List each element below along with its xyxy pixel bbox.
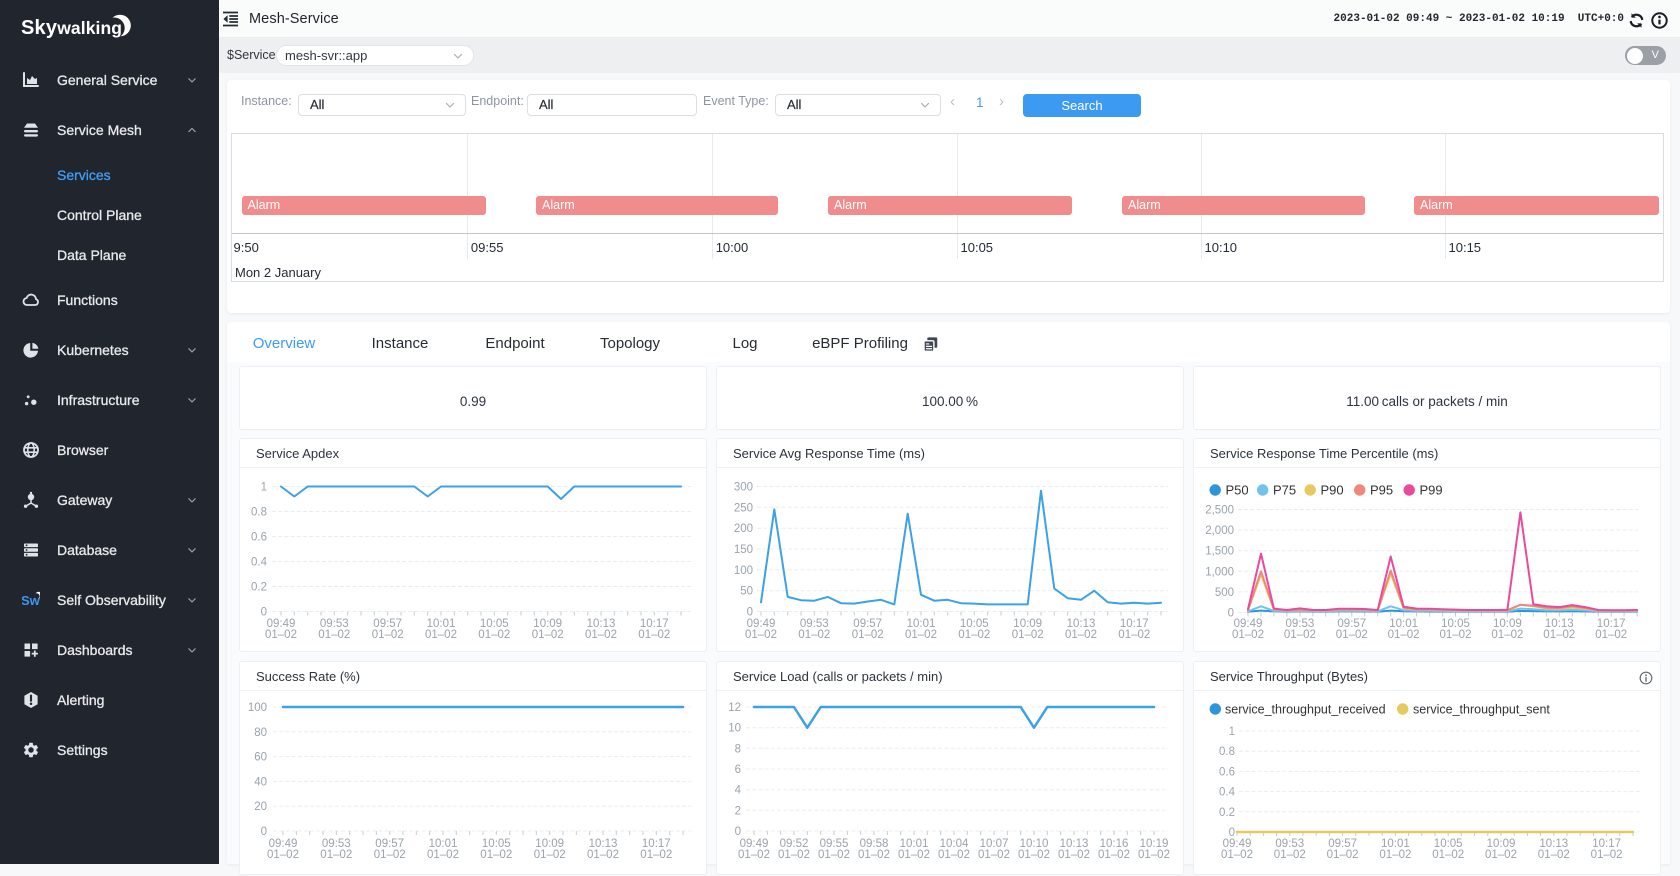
svg-text:300: 300	[734, 482, 753, 494]
svg-text:01–02: 01–02	[1284, 629, 1316, 641]
svg-text:01–02: 01–02	[745, 629, 777, 641]
svg-text:0.2: 0.2	[1219, 807, 1235, 819]
svg-text:10: 10	[728, 723, 741, 735]
svg-text:2: 2	[735, 805, 741, 817]
svg-text:01–02: 01–02	[1538, 849, 1570, 861]
svg-text:01–02: 01–02	[320, 849, 352, 861]
svg-text:0.8: 0.8	[251, 507, 267, 519]
svg-text:01–02: 01–02	[1485, 849, 1517, 861]
svg-text:100: 100	[248, 702, 267, 714]
svg-text:0: 0	[747, 607, 753, 619]
svg-text:60: 60	[254, 752, 267, 764]
svg-text:01–02: 01–02	[1591, 849, 1623, 861]
svg-text:1: 1	[261, 482, 267, 494]
svg-text:01–02: 01–02	[898, 849, 930, 861]
svg-text:01–02: 01–02	[372, 629, 404, 641]
svg-text:0: 0	[261, 826, 267, 838]
svg-text:01–02: 01–02	[1388, 629, 1420, 641]
svg-text:01–02: 01–02	[532, 629, 564, 641]
svg-text:01–02: 01–02	[587, 849, 619, 861]
svg-text:01–02: 01–02	[1327, 849, 1359, 861]
svg-text:01–02: 01–02	[1440, 629, 1472, 641]
svg-text:50: 50	[740, 586, 753, 598]
svg-text:0.4: 0.4	[251, 557, 268, 569]
svg-text:P75: P75	[1273, 483, 1296, 498]
svg-text:01–02: 01–02	[1379, 849, 1411, 861]
svg-text:01–02: 01–02	[318, 629, 350, 641]
svg-text:01–02: 01–02	[1018, 849, 1050, 861]
svg-text:01–02: 01–02	[1491, 629, 1523, 641]
svg-text:service_throughput_sent: service_throughput_sent	[1413, 703, 1550, 717]
svg-text:150: 150	[734, 544, 753, 556]
svg-text:250: 250	[734, 502, 753, 514]
svg-text:0.6: 0.6	[251, 532, 267, 544]
svg-text:01–02: 01–02	[267, 849, 299, 861]
svg-text:01–02: 01–02	[738, 849, 770, 861]
svg-text:01–02: 01–02	[1274, 849, 1306, 861]
svg-text:01–02: 01–02	[978, 849, 1010, 861]
svg-text:service_throughput_received: service_throughput_received	[1225, 703, 1386, 717]
svg-text:01–02: 01–02	[1118, 629, 1150, 641]
svg-text:01–02: 01–02	[1432, 849, 1464, 861]
svg-text:01–02: 01–02	[858, 849, 890, 861]
svg-text:200: 200	[734, 523, 753, 535]
svg-text:0.4: 0.4	[1219, 787, 1236, 799]
svg-text:01–02: 01–02	[265, 629, 297, 641]
svg-text:P95: P95	[1370, 483, 1393, 498]
svg-text:01–02: 01–02	[1543, 629, 1575, 641]
svg-text:01–02: 01–02	[480, 849, 512, 861]
svg-text:01–02: 01–02	[374, 849, 406, 861]
svg-text:01–02: 01–02	[585, 629, 617, 641]
svg-text:500: 500	[1215, 587, 1234, 599]
svg-text:0.2: 0.2	[251, 582, 267, 594]
svg-text:1,500: 1,500	[1205, 546, 1234, 558]
svg-text:2,500: 2,500	[1205, 505, 1234, 517]
svg-text:01–02: 01–02	[778, 849, 810, 861]
svg-text:12: 12	[728, 702, 741, 714]
svg-text:1: 1	[1229, 726, 1235, 738]
svg-text:20: 20	[254, 801, 267, 813]
svg-text:01–02: 01–02	[852, 629, 884, 641]
svg-text:01–02: 01–02	[478, 629, 510, 641]
svg-text:100: 100	[734, 565, 753, 577]
svg-text:01–02: 01–02	[534, 849, 566, 861]
svg-text:40: 40	[254, 776, 267, 788]
svg-text:01–02: 01–02	[640, 849, 672, 861]
svg-text:01–02: 01–02	[1012, 629, 1044, 641]
svg-text:80: 80	[254, 727, 267, 739]
svg-text:01–02: 01–02	[1058, 849, 1090, 861]
svg-text:01–02: 01–02	[938, 849, 970, 861]
svg-text:01–02: 01–02	[1595, 629, 1627, 641]
svg-text:0: 0	[735, 826, 741, 838]
svg-text:01–02: 01–02	[798, 629, 830, 641]
svg-text:0.8: 0.8	[1219, 746, 1235, 758]
svg-text:2,000: 2,000	[1205, 525, 1234, 537]
svg-text:01–02: 01–02	[905, 629, 937, 641]
svg-text:P99: P99	[1420, 483, 1443, 498]
svg-text:0: 0	[261, 607, 267, 619]
svg-text:6: 6	[735, 764, 741, 776]
svg-text:01–02: 01–02	[1098, 849, 1130, 861]
svg-text:P50: P50	[1226, 483, 1249, 498]
svg-text:01–02: 01–02	[1336, 629, 1368, 641]
svg-text:01–02: 01–02	[1065, 629, 1097, 641]
svg-text:01–02: 01–02	[818, 849, 850, 861]
svg-text:01–02: 01–02	[425, 629, 457, 641]
svg-text:8: 8	[735, 743, 741, 755]
svg-text:P90: P90	[1321, 483, 1344, 498]
svg-text:1,000: 1,000	[1205, 566, 1234, 578]
svg-text:01–02: 01–02	[1138, 849, 1170, 861]
svg-text:0.6: 0.6	[1219, 766, 1235, 778]
svg-text:01–02: 01–02	[1221, 849, 1253, 861]
svg-text:01–02: 01–02	[638, 629, 670, 641]
svg-text:4: 4	[735, 785, 742, 797]
svg-text:01–02: 01–02	[1232, 629, 1264, 641]
svg-text:01–02: 01–02	[427, 849, 459, 861]
svg-text:01–02: 01–02	[958, 629, 990, 641]
